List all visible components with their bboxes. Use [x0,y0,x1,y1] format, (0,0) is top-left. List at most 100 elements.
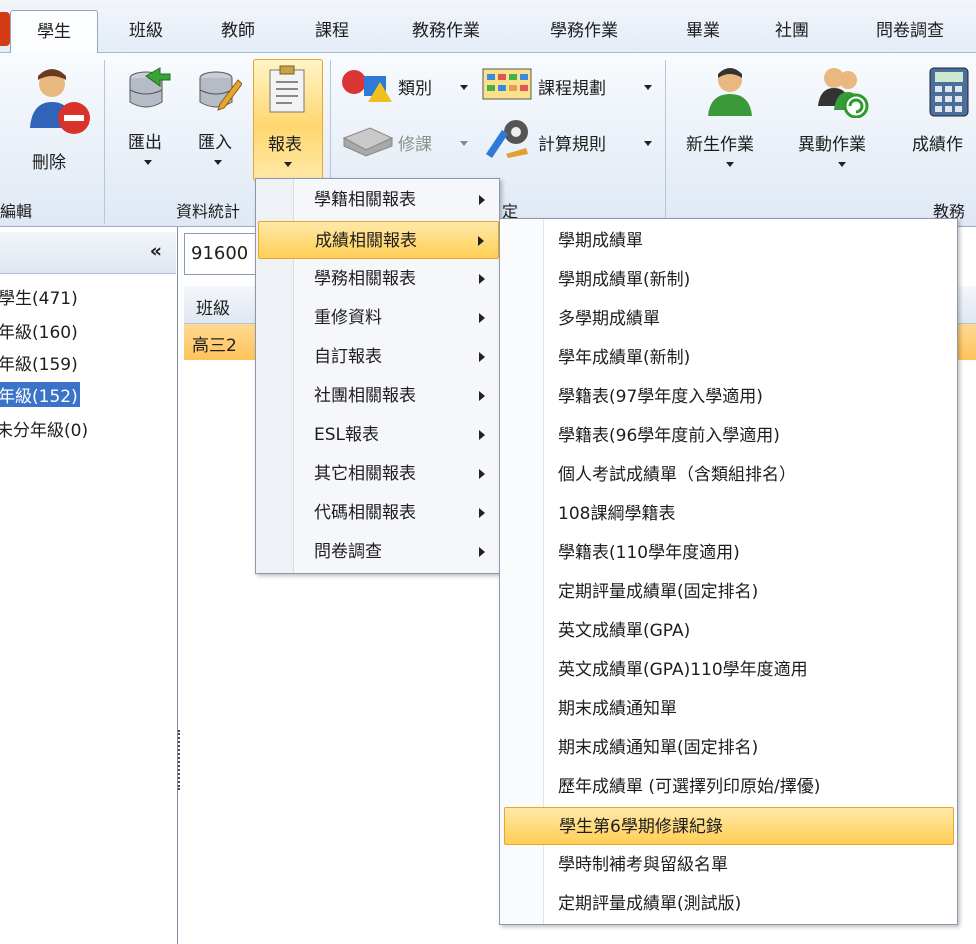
shapes-icon [342,70,392,102]
grade-button[interactable]: 成績作 [908,66,976,178]
submenu-item[interactable]: 期末成績通知單(固定排名) [558,729,758,767]
course-plan-label: 課程規劃 [538,79,606,99]
grade-label: 成績作 [912,135,963,155]
ribbon-tab-bar: 學生 班級 教師 課程 教務作業 學務作業 畢業 社團 問卷調查 [0,0,976,55]
submenu-arrow-icon [478,236,484,246]
menu-item-survey[interactable]: 問卷調查 [294,533,499,571]
tab-graduation[interactable]: 畢業 [665,10,741,53]
cell-class: 高三2 [192,336,237,356]
tree-item-unassigned[interactable]: 未分年級(0) [0,416,88,441]
submenu-item[interactable]: 英文成績單(GPA)110學年度適用 [558,651,808,689]
menu-item-esl-reports[interactable]: ESL報表 [294,416,499,454]
menu-item-grade-reports[interactable]: 成績相關報表 [258,221,499,259]
stats-group-label: 資料統計 [176,202,241,221]
menu-item-enrollment-reports[interactable]: 學籍相關報表 [294,181,499,219]
calculator-rule-icon [486,120,528,158]
menu-item-label: 學務相關報表 [314,269,416,289]
submenu-item[interactable]: 學期成績單 [558,222,643,260]
submenu-item[interactable]: 定期評量成績單(固定排名) [558,573,758,611]
tree-item-grade[interactable]: 年級(159) [0,350,78,375]
grade-reports-submenu: 學期成績單 學期成績單(新制) 多學期成績單 學年成績單(新制) 學籍表(97學… [499,218,958,925]
tab-course[interactable]: 課程 [294,10,370,53]
tree-item-grade[interactable]: 年級(160) [0,318,78,343]
submenu-arrow-icon [479,469,485,479]
submenu-item[interactable]: 學期成績單(新制) [558,261,690,299]
enroll-button[interactable]: 修課 [340,124,475,162]
submenu-item[interactable]: 學籍表(97學年度入學適用) [558,378,763,416]
submenu-item[interactable]: 期末成績通知單 [558,690,677,728]
submenu-item-highlighted[interactable]: 學生第6學期修課紀錄 [504,807,954,845]
tab-club[interactable]: 社團 [754,10,830,53]
import-label: 匯入 [198,133,232,153]
submenu-item[interactable]: 學籍表(96學年度前入學適用) [558,417,780,455]
menu-item-label: 其它相關報表 [314,464,416,484]
tab-class[interactable]: 班級 [108,10,184,53]
submenu-arrow-icon [479,430,485,440]
calc-rule-button[interactable]: 計算規則 [482,118,657,162]
delete-button[interactable]: 刪除 [18,66,96,178]
submenu-item[interactable]: 定期評量成績單(測試版) [558,885,741,923]
app-menu-button[interactable] [0,12,10,46]
submenu-arrow-icon [479,547,485,557]
new-student-icon [708,68,752,116]
submenu-item[interactable]: 英文成績單(GPA) [558,612,690,650]
export-button[interactable]: 匯出 [122,66,174,178]
menu-item-code-reports[interactable]: 代碼相關報表 [294,494,499,532]
collapse-panel-icon[interactable]: « [150,240,162,262]
menu-item-label: ESL報表 [314,425,380,445]
enroll-label: 修課 [398,135,432,155]
menu-item-custom-reports[interactable]: 自訂報表 [294,338,499,376]
category-label: 類別 [398,79,432,99]
new-student-label: 新生作業 [686,135,754,155]
database-export-icon [129,67,171,108]
menu-item-label: 學籍相關報表 [314,190,416,210]
tree-item-grade-selected[interactable]: 年級(152) [0,382,80,407]
menu-item-student-affairs-reports[interactable]: 學務相關報表 [294,260,499,298]
tab-teacher[interactable]: 教師 [200,10,276,53]
submenu-arrow-icon [479,391,485,401]
menu-item-other-reports[interactable]: 其它相關報表 [294,455,499,493]
new-student-button[interactable]: 新生作業 [684,66,780,178]
calc-rule-label: 計算規則 [538,135,606,155]
submenu-arrow-icon [479,195,485,205]
report-menu: 學籍相關報表 成績相關報表 學務相關報表 重修資料 自訂報表 社團相關報表 ES… [255,178,500,574]
submenu-item[interactable]: 歷年成績單 (可選擇列印原始/擇優) [558,768,820,806]
menu-item-label: 社團相關報表 [314,386,416,406]
tab-survey[interactable]: 問卷調查 [855,10,965,53]
menu-item-retake-data[interactable]: 重修資料 [294,299,499,337]
submenu-arrow-icon [479,508,485,518]
transfer-button[interactable]: 異動作業 [796,66,892,178]
submenu-item[interactable]: 多學期成績單 [558,300,660,338]
report-clipboard-icon [269,65,305,113]
menu-item-label: 成績相關報表 [315,231,417,251]
import-button[interactable]: 匯入 [192,66,244,178]
tree-item-all-students[interactable]: 學生(471) [0,284,78,309]
submenu-item[interactable]: 學時制補考與留級名單 [558,846,728,884]
submenu-item[interactable]: 108課綱學籍表 [558,495,675,533]
column-header-class[interactable]: 班級 [196,294,230,319]
database-import-icon [199,71,242,111]
menu-item-label: 代碼相關報表 [314,503,416,523]
report-button[interactable]: 報表 [253,59,323,181]
transfer-users-icon [818,68,869,118]
splitter-handle[interactable] [178,730,182,790]
menu-item-label: 問卷調查 [314,542,382,562]
course-plan-button[interactable]: 課程規劃 [482,68,657,106]
tab-student-affairs[interactable]: 學務作業 [531,10,637,53]
submenu-arrow-icon [479,313,485,323]
menu-item-club-reports[interactable]: 社團相關報表 [294,377,499,415]
category-button[interactable]: 類別 [340,68,475,106]
tab-student[interactable]: 學生 [10,10,98,55]
transfer-label: 異動作業 [798,135,866,155]
tab-academic-affairs[interactable]: 教務作業 [393,10,499,53]
left-panel-header: « [0,232,176,274]
submenu-item[interactable]: 學年成績單(新制) [558,339,690,377]
menu-item-label: 重修資料 [314,308,382,328]
submenu-arrow-icon [479,352,485,362]
book-icon [342,127,394,157]
submenu-item[interactable]: 學籍表(110學年度適用) [558,534,740,572]
submenu-arrow-icon [479,274,485,284]
export-label: 匯出 [128,133,162,153]
submenu-item[interactable]: 個人考試成績單（含類組排名） [558,456,796,494]
edit-group-label: 編輯 [0,202,33,221]
